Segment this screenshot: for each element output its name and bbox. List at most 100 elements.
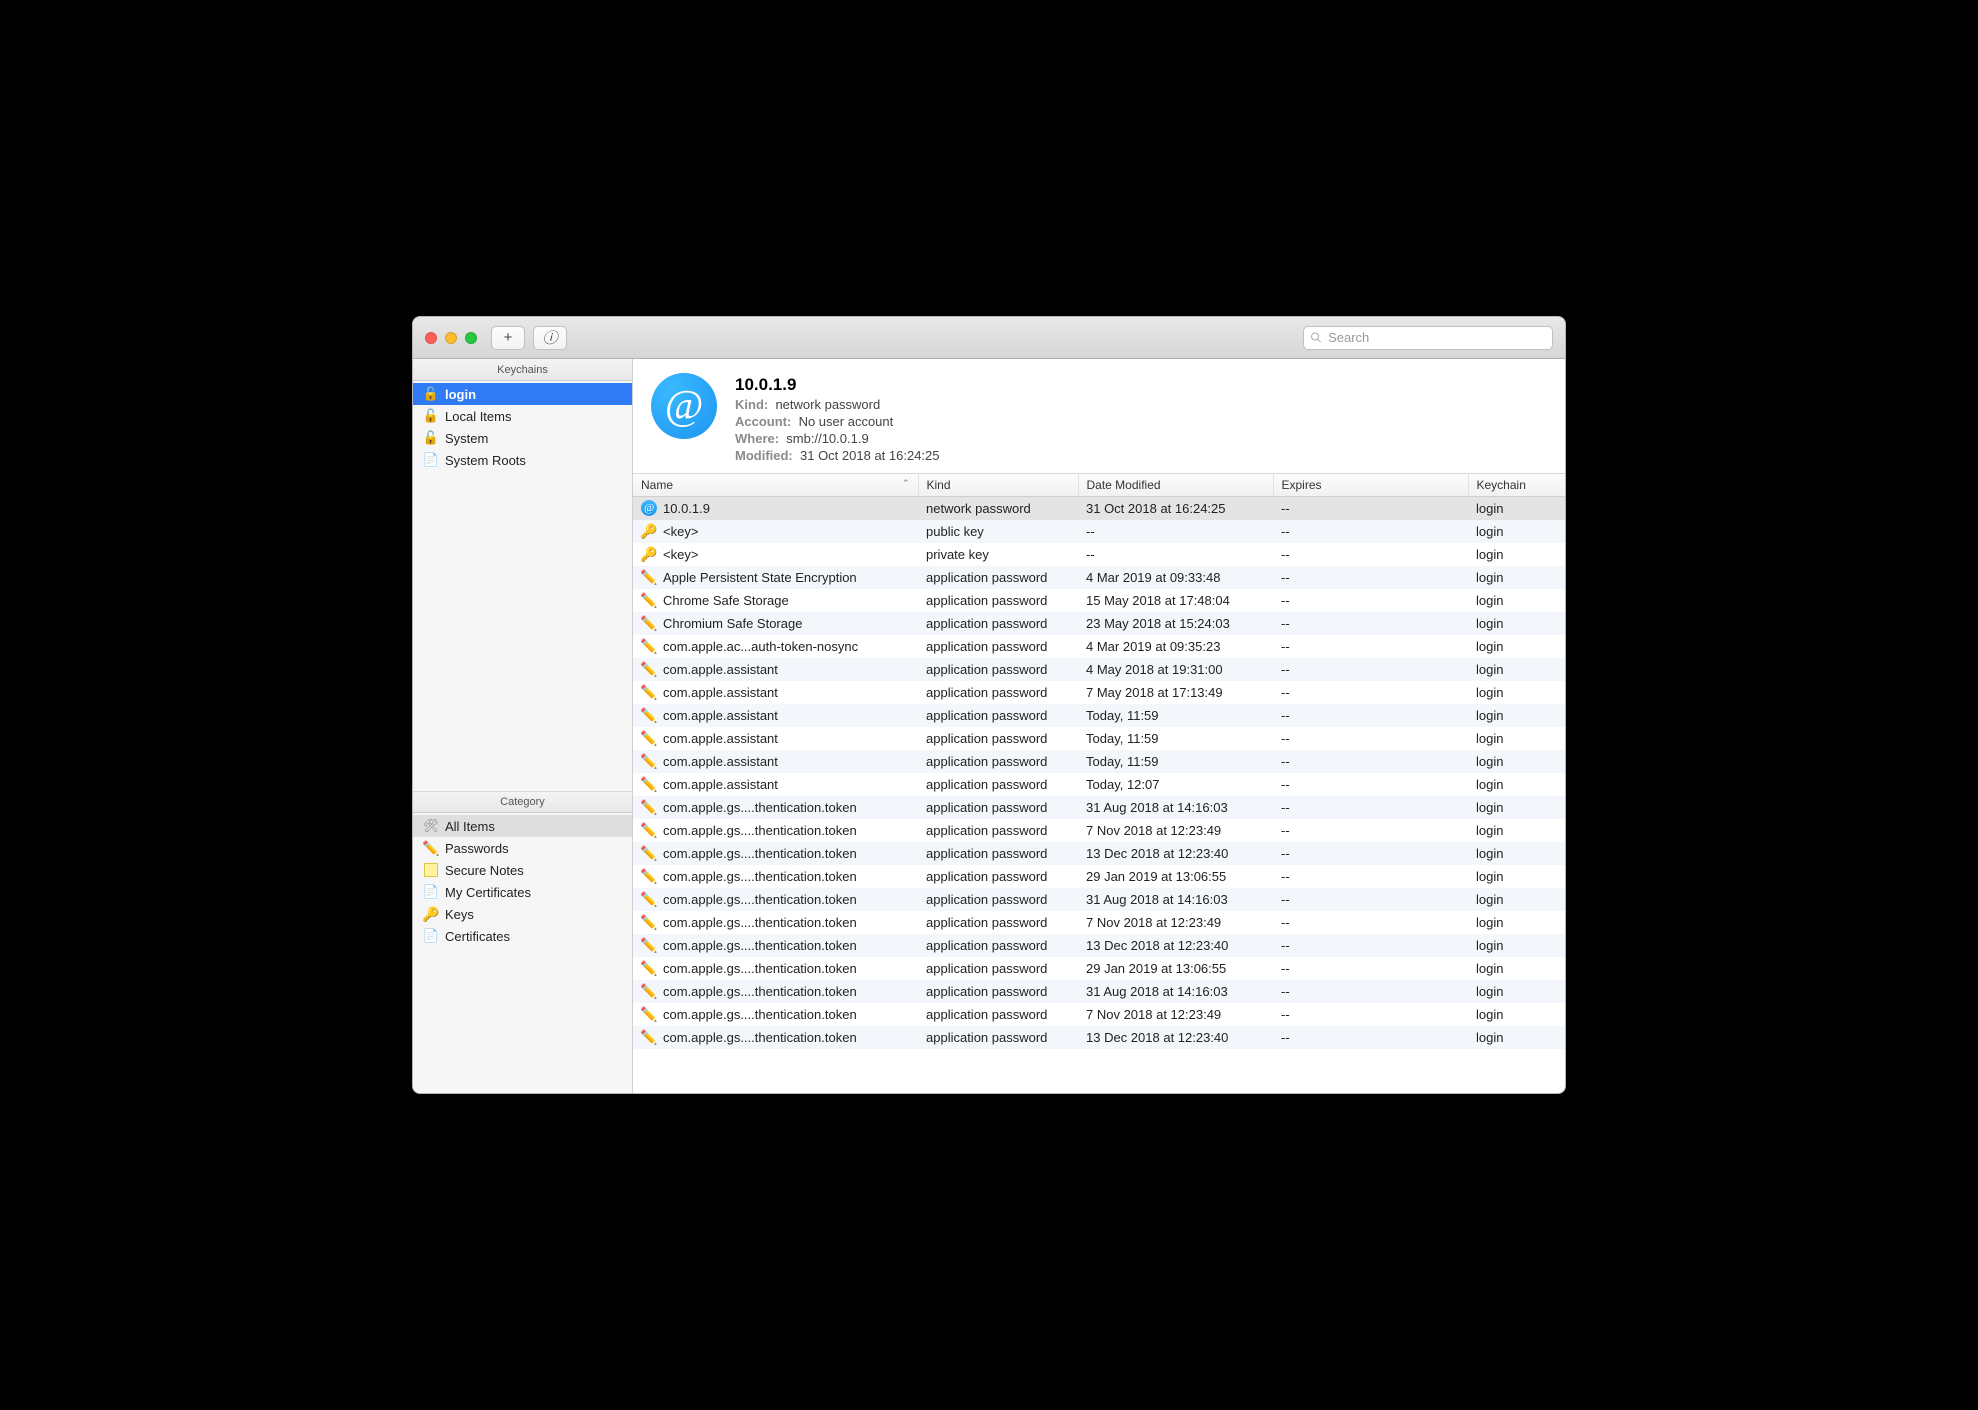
table-row[interactable]: ✏️Chrome Safe Storageapplication passwor… bbox=[633, 589, 1565, 612]
table-row[interactable]: ✏️com.apple.gs....thentication.tokenappl… bbox=[633, 957, 1565, 980]
row-name: com.apple.gs....thentication.token bbox=[663, 846, 857, 861]
col-name[interactable]: Name⌃ bbox=[633, 474, 918, 497]
table-row[interactable]: ✏️com.apple.assistantapplication passwor… bbox=[633, 658, 1565, 681]
row-kind: application password bbox=[918, 1003, 1078, 1026]
sidebar-item-label: Secure Notes bbox=[445, 863, 524, 878]
row-date: Today, 12:07 bbox=[1078, 773, 1273, 796]
row-keychain: login bbox=[1468, 727, 1565, 750]
row-keychain: login bbox=[1468, 497, 1565, 520]
row-name: com.apple.assistant bbox=[663, 708, 778, 723]
row-kind: application password bbox=[918, 566, 1078, 589]
category-section-title: Category bbox=[413, 791, 632, 813]
table-row[interactable]: @10.0.1.9network password31 Oct 2018 at … bbox=[633, 497, 1565, 520]
row-date: Today, 11:59 bbox=[1078, 750, 1273, 773]
table-row[interactable]: ✏️Apple Persistent State Encryptionappli… bbox=[633, 566, 1565, 589]
row-name: com.apple.assistant bbox=[663, 662, 778, 677]
table-row[interactable]: 🔑<key>public key----login bbox=[633, 520, 1565, 543]
close-window-button[interactable] bbox=[425, 332, 437, 344]
row-date: 13 Dec 2018 at 12:23:40 bbox=[1078, 842, 1273, 865]
row-expires: -- bbox=[1273, 566, 1468, 589]
search-input[interactable] bbox=[1326, 329, 1546, 346]
password-icon: ✏️ bbox=[641, 753, 657, 769]
table-row[interactable]: ✏️com.apple.gs....thentication.tokenappl… bbox=[633, 819, 1565, 842]
row-name: Chromium Safe Storage bbox=[663, 616, 802, 631]
password-icon: ✏️ bbox=[641, 638, 657, 654]
col-keychain[interactable]: Keychain bbox=[1468, 474, 1565, 497]
table-row[interactable]: ✏️com.apple.gs....thentication.tokenappl… bbox=[633, 865, 1565, 888]
sidebar: Keychains 🔓login🔓Local Items🔓System📄Syst… bbox=[413, 359, 633, 1093]
col-kind[interactable]: Kind bbox=[918, 474, 1078, 497]
row-keychain: login bbox=[1468, 796, 1565, 819]
row-kind: application password bbox=[918, 842, 1078, 865]
key-icon: 🔑 bbox=[641, 546, 657, 562]
search-icon bbox=[1310, 331, 1322, 344]
table-row[interactable]: ✏️Chromium Safe Storageapplication passw… bbox=[633, 612, 1565, 635]
table-row[interactable]: ✏️com.apple.assistantapplication passwor… bbox=[633, 681, 1565, 704]
password-icon: ✏️ bbox=[641, 868, 657, 884]
password-icon: ✏️ bbox=[641, 592, 657, 608]
table-row[interactable]: 🔑<key>private key----login bbox=[633, 543, 1565, 566]
sidebar-item-category[interactable]: 📄Certificates bbox=[413, 925, 632, 947]
password-icon: ✏️ bbox=[641, 914, 657, 930]
row-kind: application password bbox=[918, 819, 1078, 842]
row-kind: application password bbox=[918, 796, 1078, 819]
row-date: 31 Aug 2018 at 14:16:03 bbox=[1078, 796, 1273, 819]
unlocked-lock-icon: 🔓 bbox=[423, 408, 439, 424]
sidebar-item-keychain[interactable]: 🔓login bbox=[413, 383, 632, 405]
certificate-icon: 📄 bbox=[423, 452, 439, 468]
search-field[interactable] bbox=[1303, 326, 1553, 350]
table-row[interactable]: ✏️com.apple.gs....thentication.tokenappl… bbox=[633, 911, 1565, 934]
row-date: 23 May 2018 at 15:24:03 bbox=[1078, 612, 1273, 635]
table-row[interactable]: ✏️com.apple.assistantapplication passwor… bbox=[633, 727, 1565, 750]
row-date: 13 Dec 2018 at 12:23:40 bbox=[1078, 934, 1273, 957]
sidebar-item-category[interactable]: 📄My Certificates bbox=[413, 881, 632, 903]
row-name: 10.0.1.9 bbox=[663, 501, 710, 516]
certificate-icon: 📄 bbox=[423, 884, 439, 900]
col-date-modified[interactable]: Date Modified bbox=[1078, 474, 1273, 497]
table-row[interactable]: ✏️com.apple.assistantapplication passwor… bbox=[633, 704, 1565, 727]
sidebar-item-keychain[interactable]: 📄 System Roots bbox=[413, 449, 632, 471]
table-row[interactable]: ✏️com.apple.gs....thentication.tokenappl… bbox=[633, 934, 1565, 957]
table-row[interactable]: ✏️com.apple.assistantapplication passwor… bbox=[633, 773, 1565, 796]
sidebar-item-category[interactable]: Secure Notes bbox=[413, 859, 632, 881]
add-button[interactable]: + bbox=[491, 326, 525, 350]
sidebar-item-category[interactable]: ✏️Passwords bbox=[413, 837, 632, 859]
row-kind: application password bbox=[918, 934, 1078, 957]
info-icon: ⓘ bbox=[542, 327, 557, 348]
minimize-window-button[interactable] bbox=[445, 332, 457, 344]
row-kind: application password bbox=[918, 888, 1078, 911]
sidebar-item-label: System Roots bbox=[445, 453, 526, 468]
table-row[interactable]: ✏️com.apple.gs....thentication.tokenappl… bbox=[633, 888, 1565, 911]
row-keychain: login bbox=[1468, 566, 1565, 589]
table-row[interactable]: ✏️com.apple.gs....thentication.tokenappl… bbox=[633, 796, 1565, 819]
col-expires[interactable]: Expires bbox=[1273, 474, 1468, 497]
password-icon: ✏️ bbox=[641, 707, 657, 723]
table-row[interactable]: ✏️com.apple.gs....thentication.tokenappl… bbox=[633, 1026, 1565, 1049]
row-keychain: login bbox=[1468, 773, 1565, 796]
sidebar-item-category[interactable]: 🛠All Items bbox=[413, 815, 632, 837]
row-expires: -- bbox=[1273, 819, 1468, 842]
table-row[interactable]: ✏️com.apple.assistantapplication passwor… bbox=[633, 750, 1565, 773]
row-kind: application password bbox=[918, 957, 1078, 980]
row-date: -- bbox=[1078, 543, 1273, 566]
row-kind: application password bbox=[918, 911, 1078, 934]
row-expires: -- bbox=[1273, 1003, 1468, 1026]
row-keychain: login bbox=[1468, 865, 1565, 888]
row-date: 13 Dec 2018 at 12:23:40 bbox=[1078, 1026, 1273, 1049]
table-row[interactable]: ✏️com.apple.gs....thentication.tokenappl… bbox=[633, 842, 1565, 865]
items-table-wrap[interactable]: Name⌃ Kind Date Modified Expires Keychai… bbox=[633, 473, 1565, 1093]
table-row[interactable]: ✏️com.apple.gs....thentication.tokenappl… bbox=[633, 1003, 1565, 1026]
table-row[interactable]: ✏️com.apple.ac...auth-token-nosyncapplic… bbox=[633, 635, 1565, 658]
sidebar-item-category[interactable]: 🔑Keys bbox=[413, 903, 632, 925]
main-pane: @ 10.0.1.9 Kind: network password Accoun… bbox=[633, 359, 1565, 1093]
sidebar-item-keychain[interactable]: 🔓System bbox=[413, 427, 632, 449]
detail-header: @ 10.0.1.9 Kind: network password Accoun… bbox=[633, 359, 1565, 473]
zoom-window-button[interactable] bbox=[465, 332, 477, 344]
modified-value: 31 Oct 2018 at 16:24:25 bbox=[800, 448, 940, 463]
row-expires: -- bbox=[1273, 612, 1468, 635]
sidebar-item-keychain[interactable]: 🔓Local Items bbox=[413, 405, 632, 427]
row-expires: -- bbox=[1273, 497, 1468, 520]
info-button[interactable]: ⓘ bbox=[533, 326, 567, 350]
password-icon: ✏️ bbox=[641, 1006, 657, 1022]
table-row[interactable]: ✏️com.apple.gs....thentication.tokenappl… bbox=[633, 980, 1565, 1003]
